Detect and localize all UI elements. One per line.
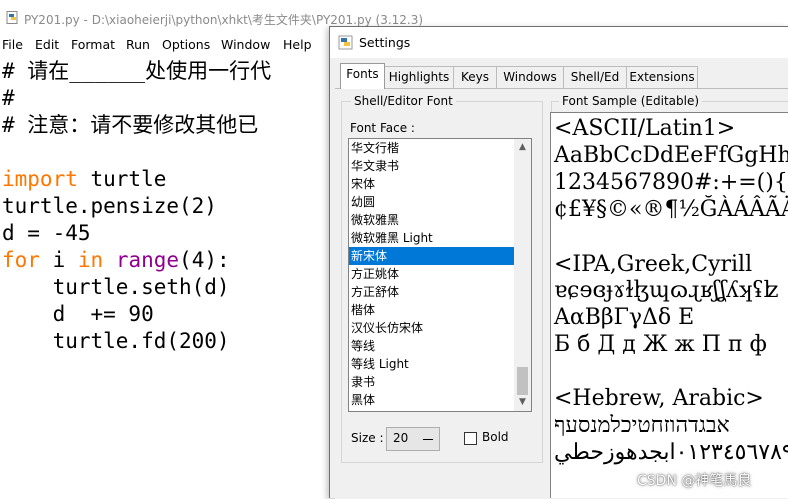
keyword-in: in <box>77 248 104 272</box>
code-line-9: turtle.seth(d) <box>2 275 230 299</box>
font-list-item[interactable]: 幼圆 <box>349 193 514 211</box>
code-text: i <box>39 248 78 272</box>
tab-shell-ed[interactable]: Shell/Ed <box>563 66 627 88</box>
font-sample-label: Font Sample (Editable) <box>559 94 703 108</box>
font-face-label: Font Face : <box>350 121 415 135</box>
keyword-for: for <box>2 248 40 272</box>
sample-line: Б б Д д Ж ж П п ф <box>554 332 767 357</box>
sample-line: <Hebrew, Arabic> <box>554 386 764 411</box>
scroll-down-icon[interactable]: ▼ <box>514 394 531 411</box>
menu-window[interactable]: Window <box>221 37 270 52</box>
menu-help[interactable]: Help <box>283 37 312 52</box>
font-list-items: 华文行楷 华文隶书 宋体 幼圆 微软雅黑 微软雅黑 Light 新宋体 方正姚体… <box>349 139 514 411</box>
font-list-item[interactable]: 隶书 <box>349 373 514 391</box>
sample-line: ɐɕɘɞɟɤɫɮɰɷɻʁʃʆʎʞʢʫ <box>554 278 779 303</box>
builtin-range: range <box>115 248 180 272</box>
font-list-item[interactable]: 黑体 <box>349 391 514 409</box>
font-list-scrollbar[interactable]: ▲ ▼ <box>514 139 531 411</box>
font-face-listbox[interactable]: 华文行楷 华文隶书 宋体 幼圆 微软雅黑 微软雅黑 Light 新宋体 方正姚体… <box>348 138 532 412</box>
bold-checkbox[interactable] <box>464 432 477 445</box>
font-list-item[interactable]: 方正姚体 <box>349 265 514 283</box>
sample-line: <ASCII/Latin1> <box>554 116 736 141</box>
font-list-item[interactable]: 微软雅黑 Light <box>349 229 514 247</box>
dialog-titlebar[interactable]: Settings <box>330 27 788 58</box>
sample-line: ¢£¥§©«®¶½ĞÀÁÂÃÄÅ <box>554 197 788 222</box>
python-file-icon <box>6 11 18 24</box>
sample-line: ΑαΒβΓγΔδ Ε <box>554 305 695 330</box>
shell-editor-font-label: Shell/Editor Font <box>351 94 456 108</box>
menu-options[interactable]: Options <box>162 37 210 52</box>
sample-line: ٠١٢٣٤٥٦٧٨٩ابجدهوزحطي <box>554 440 788 465</box>
font-size-value: 20 <box>393 431 409 445</box>
code-line-6: turtle.pensize(2) <box>2 194 217 218</box>
menu-run[interactable]: Run <box>126 37 150 52</box>
font-list-item[interactable]: 微软雅黑 <box>349 211 514 229</box>
font-list-item[interactable]: 华文隶书 <box>349 157 514 175</box>
scroll-thumb[interactable] <box>517 367 528 395</box>
tab-highlights[interactable]: Highlights <box>384 66 454 88</box>
code-line-8: for i in range(4): <box>2 247 230 274</box>
sample-line: 1234567890#:+=(){ <box>554 170 788 195</box>
csdn-watermark: CSDN @神笔馬良 <box>637 473 752 489</box>
menu-edit[interactable]: Edit <box>35 37 59 52</box>
font-list-item[interactable]: 华文行楷 <box>349 139 514 157</box>
tab-extensions[interactable]: Extensions <box>626 66 698 88</box>
font-list-item[interactable]: 汉仪长仿宋体 <box>349 319 514 337</box>
code-line-3: # 注意：请不要修改其他已 <box>2 113 259 137</box>
code-text: (4): <box>179 248 230 272</box>
dialog-title: Settings <box>359 35 411 50</box>
menu-file[interactable]: File <box>2 37 23 52</box>
font-sample-textbox[interactable]: <ASCII/Latin1> AaBbCcDdEeFfGgHhI 1234567… <box>550 112 788 498</box>
bold-label: Bold <box>482 430 509 444</box>
code-line-7: d = -45 <box>2 221 91 245</box>
scroll-up-icon[interactable]: ▲ <box>514 139 531 156</box>
font-list-item[interactable]: 等线 <box>349 337 514 355</box>
dropdown-dash-icon <box>423 439 433 440</box>
font-list-item[interactable]: 方正舒体 <box>349 283 514 301</box>
menu-format[interactable]: Format <box>71 37 115 52</box>
tab-keys[interactable]: Keys <box>453 66 497 88</box>
sample-line: AaBbCcDdEeFfGgHhI <box>554 143 788 168</box>
code-line-1: # 请在______处使用一行代 <box>2 59 272 83</box>
tab-windows[interactable]: Windows <box>496 66 564 88</box>
code-line-5: import turtle <box>2 166 166 193</box>
editor-menubar: File Edit Format Run Options Window Help <box>0 34 330 56</box>
code-editor[interactable]: # 请在______处使用一行代 # # 注意：请不要修改其他已 import … <box>0 58 330 497</box>
idle-feather-icon <box>338 35 353 50</box>
code-line-10: d += 90 <box>2 302 154 326</box>
sample-line: אבגדהוזחטיכלמנסעף <box>554 413 730 438</box>
size-label: Size : <box>351 431 384 445</box>
code-text: turtle <box>77 167 167 191</box>
font-list-item-selected[interactable]: 新宋体 <box>349 247 514 265</box>
tab-fonts[interactable]: Fonts <box>340 63 385 89</box>
font-list-item[interactable]: 楷体 <box>349 301 514 319</box>
font-list-item[interactable]: 宋体 <box>349 175 514 193</box>
font-size-select[interactable]: 20 <box>386 427 440 451</box>
code-line-11: turtle.fd(200) <box>2 329 230 353</box>
keyword-import: import <box>2 167 78 191</box>
code-line-2: # <box>2 86 15 110</box>
font-list-item[interactable]: 等线 Light <box>349 355 514 373</box>
sample-line: <IPA,Greek,Cyrill <box>554 252 753 277</box>
